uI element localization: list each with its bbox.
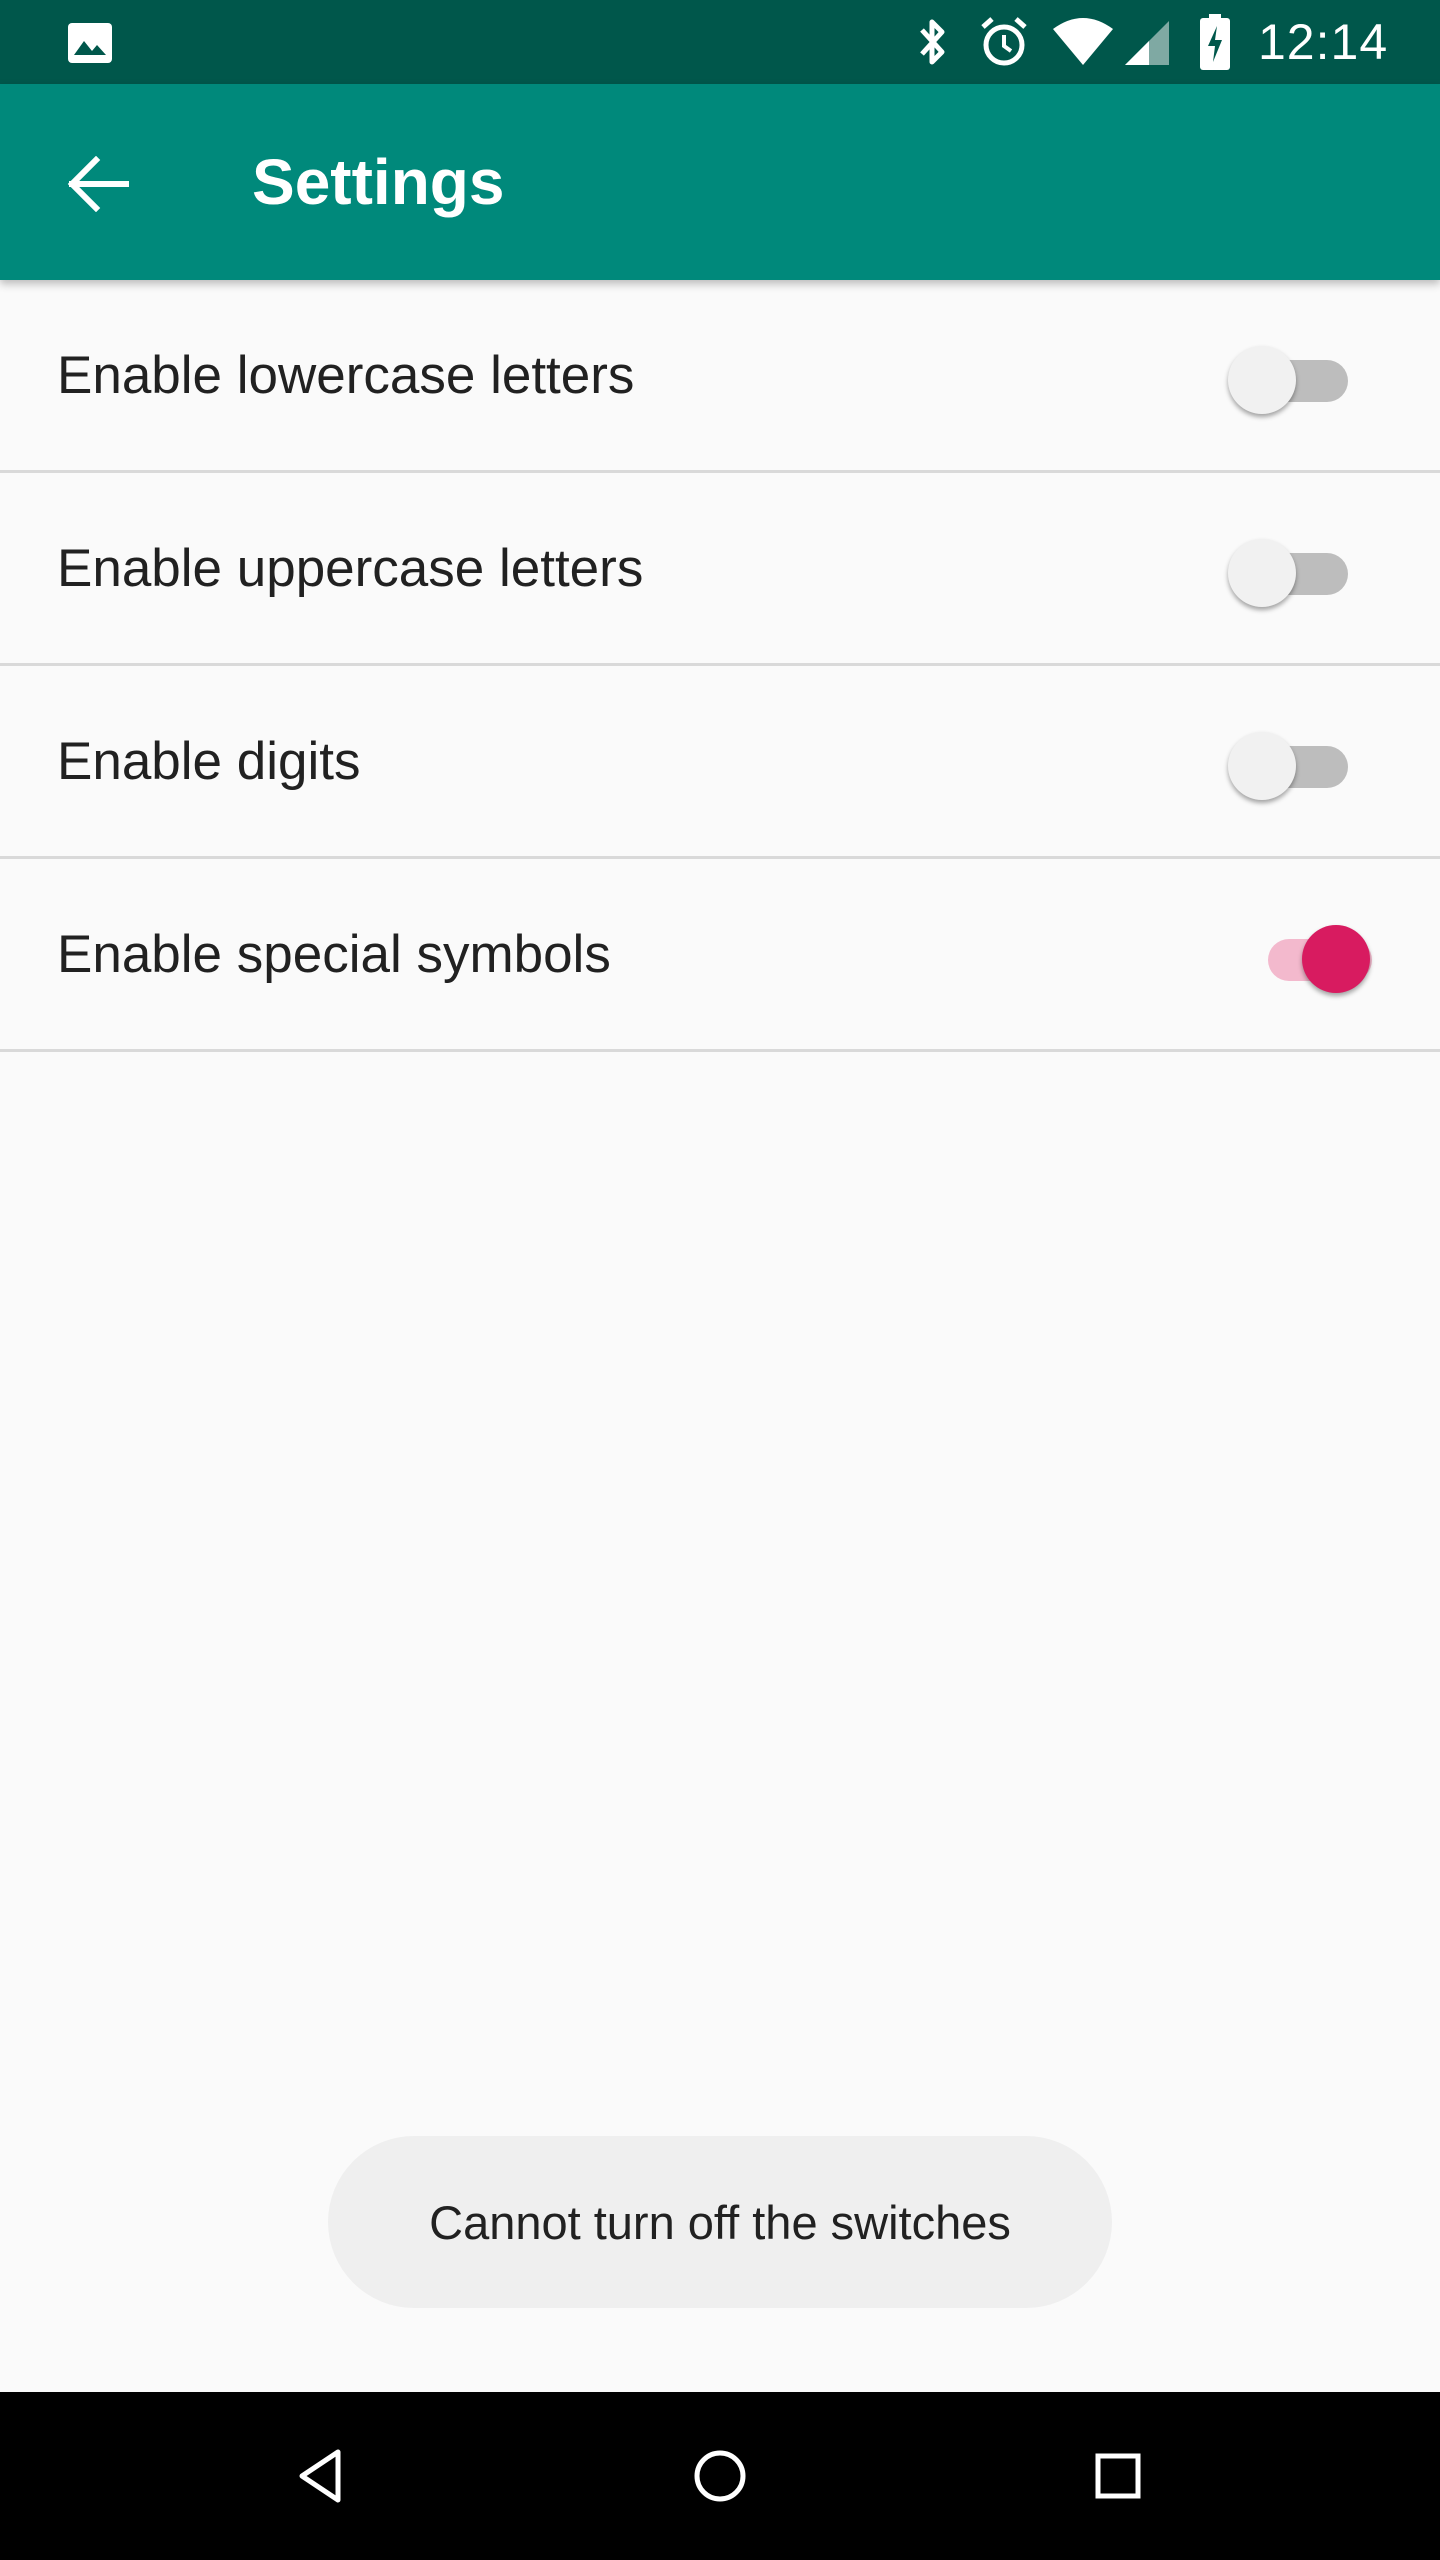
battery-charging-icon (1196, 12, 1234, 72)
switch-thumb (1302, 925, 1370, 993)
lowercase-switch[interactable] (1228, 338, 1368, 414)
alarm-icon (976, 14, 1032, 70)
bluetooth-icon (910, 14, 956, 70)
setting-row-uppercase[interactable]: Enable uppercase letters (0, 473, 1440, 666)
status-bar: 12:14 (0, 0, 1440, 84)
app-bar: Settings (0, 84, 1440, 280)
settings-list: Enable lowercase letters Enable uppercas… (0, 280, 1440, 1052)
status-time: 12:14 (1258, 14, 1389, 70)
setting-label: Enable digits (57, 731, 361, 791)
special-symbols-switch[interactable] (1252, 917, 1392, 993)
nav-recents-icon (1095, 2453, 1141, 2499)
signal-icon (1122, 18, 1172, 68)
nav-recents-button[interactable] (1068, 2426, 1168, 2526)
switch-thumb (1228, 539, 1296, 607)
settings-screen: 12:14 Settings Enable lowercase letters … (0, 0, 1440, 2560)
back-button[interactable] (42, 136, 154, 232)
setting-row-lowercase[interactable]: Enable lowercase letters (0, 280, 1440, 473)
setting-row-special-symbols[interactable]: Enable special symbols (0, 859, 1440, 1052)
setting-label: Enable lowercase letters (57, 345, 635, 405)
setting-label: Enable uppercase letters (57, 538, 644, 598)
toast-message: Cannot turn off the switches (328, 2136, 1112, 2308)
gallery-icon (64, 20, 116, 66)
page-title: Settings (252, 146, 505, 218)
switch-thumb (1228, 346, 1296, 414)
nav-back-button[interactable] (272, 2426, 372, 2526)
setting-row-digits[interactable]: Enable digits (0, 666, 1440, 859)
setting-label: Enable special symbols (57, 924, 611, 984)
arrow-back-icon (67, 156, 129, 212)
nav-home-button[interactable] (670, 2426, 770, 2526)
uppercase-switch[interactable] (1228, 531, 1368, 607)
switch-thumb (1228, 732, 1296, 800)
wifi-icon (1052, 16, 1114, 68)
digits-switch[interactable] (1228, 724, 1368, 800)
nav-home-icon (694, 2450, 746, 2502)
nav-back-icon (299, 2449, 341, 2503)
navigation-bar (0, 2392, 1440, 2560)
